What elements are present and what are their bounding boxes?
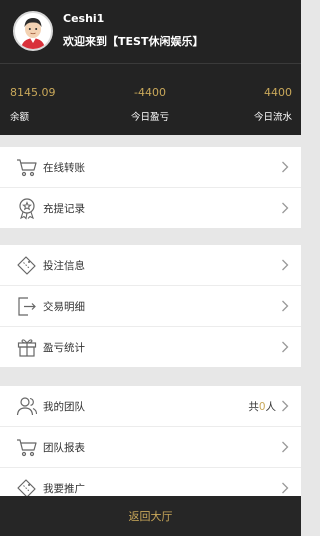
team-icon	[16, 397, 38, 416]
team-count-value: 0	[258, 401, 266, 413]
chevron-right-icon	[282, 482, 289, 494]
avatar-icon	[15, 13, 51, 49]
menu-item-label: 交易明细	[43, 301, 85, 313]
ticket-icon	[17, 256, 36, 275]
username: Ceshi1	[63, 12, 105, 25]
menu-section-team: 我的团队 共0人 团队报表 我要推广	[0, 386, 301, 508]
chevron-right-icon	[282, 341, 289, 353]
team-count-suffix: 人	[265, 401, 277, 413]
chevron-right-icon	[282, 300, 289, 312]
welcome-text: 欢迎来到【TEST休闲娱乐】	[63, 35, 204, 48]
gift-icon	[17, 339, 37, 357]
today-turnover-value: 4400	[264, 86, 292, 99]
menu-item-my-team[interactable]: 我的团队 共0人	[0, 386, 301, 427]
back-to-lobby-label: 返回大厅	[128, 510, 173, 523]
team-count-prefix: 共	[248, 401, 259, 413]
menu-item-bet-info[interactable]: 投注信息	[0, 245, 301, 286]
user-header: Ceshi1 欢迎来到【TEST休闲娱乐】 8145.09 余额 -4400 今…	[0, 0, 301, 135]
medal-icon	[19, 198, 35, 220]
divider	[0, 63, 301, 64]
chevron-right-icon	[282, 400, 289, 412]
menu-item-label: 团队报表	[43, 442, 85, 454]
chevron-right-icon	[282, 202, 289, 214]
menu-section-records: 投注信息 交易明细 盈亏统计	[0, 245, 301, 367]
chevron-right-icon	[282, 441, 289, 453]
chevron-right-icon	[282, 259, 289, 271]
menu-item-transaction-details[interactable]: 交易明细	[0, 286, 301, 327]
team-count: 共0人	[248, 399, 276, 414]
menu-item-label: 投注信息	[43, 260, 85, 272]
menu-section-funds: 在线转账 充提记录	[0, 147, 301, 228]
balance-label: 余额	[10, 112, 30, 123]
menu-item-deposit-withdraw-records[interactable]: 充提记录	[0, 188, 301, 228]
menu-item-team-report[interactable]: 团队报表	[0, 427, 301, 468]
menu-item-label: 我的团队	[43, 401, 85, 413]
menu-item-label: 充提记录	[43, 203, 85, 215]
menu-item-label: 在线转账	[43, 162, 85, 174]
menu-item-label: 盈亏统计	[43, 342, 85, 354]
cart-icon	[17, 159, 37, 177]
chevron-right-icon	[282, 161, 289, 173]
balance-value: 8145.09	[10, 86, 56, 99]
menu-item-label: 我要推广	[43, 483, 85, 495]
avatar[interactable]	[13, 11, 53, 51]
back-to-lobby-button[interactable]: 返回大厅	[0, 496, 301, 536]
today-turnover-label: 今日流水	[253, 112, 292, 123]
cart-icon	[17, 439, 37, 457]
menu-item-profit-loss-stats[interactable]: 盈亏统计	[0, 327, 301, 367]
menu-item-online-transfer[interactable]: 在线转账	[0, 147, 301, 188]
today-profit-value: -4400	[134, 86, 166, 99]
today-profit-label: 今日盈亏	[130, 112, 170, 123]
exit-icon	[18, 297, 36, 316]
